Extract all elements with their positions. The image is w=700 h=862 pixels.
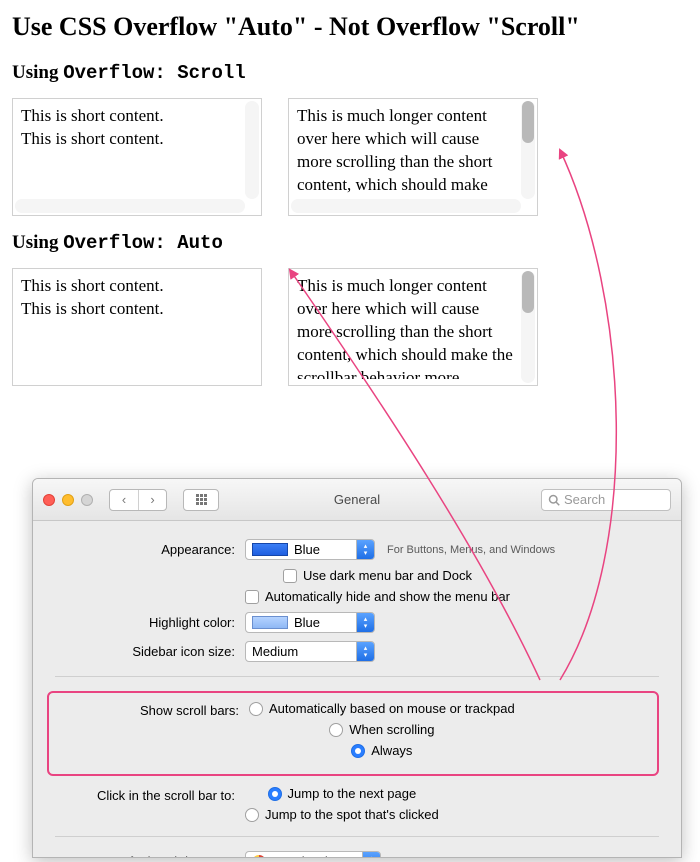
radio-label: Automatically based on mouse or trackpad [269,701,515,716]
overflow-auto-long-box[interactable]: This is much longer content over here wh… [288,268,538,386]
box-content: This is short content. This is short con… [21,275,253,379]
text-line: This is short content. [21,128,241,151]
overflow-scroll-short-box[interactable]: This is short content. This is short con… [12,98,262,216]
heading-prefix: Using [12,232,63,253]
heading-prefix: Using [12,62,63,83]
scrollbar-horizontal-track[interactable] [15,199,245,213]
default-browser-label: Default web browser: [55,854,245,858]
text-line: This is short content. [21,298,253,321]
jump-spot-radio[interactable]: Jump to the spot that's clicked [245,807,439,822]
radio-icon [249,702,263,716]
radio-icon [268,787,282,801]
box-content: This is much longer content over here wh… [297,275,517,379]
dark-menu-checkbox[interactable]: Use dark menu bar and Dock [283,568,472,583]
highlight-select[interactable]: Blue [245,612,375,633]
default-browser-select[interactable]: Google Chrome [245,851,381,858]
section-heading-scroll: Using Overflow: Scroll [12,62,688,84]
checkbox-icon [283,569,297,583]
select-value: Medium [252,644,298,659]
stepper-icon [362,852,380,858]
macos-preferences-window: ‹ › General Search Appearance: Blue For … [32,478,682,858]
highlight-row: Highlight color: Blue [55,612,659,633]
sidebar-size-label: Sidebar icon size: [55,644,245,659]
window-titlebar[interactable]: ‹ › General Search [33,479,681,521]
demo-row-auto: This is short content. This is short con… [12,268,688,386]
stepper-icon [356,613,374,632]
appearance-row: Appearance: Blue For Buttons, Menus, and… [55,539,659,560]
chrome-icon [252,855,266,859]
radio-label: Always [371,743,412,758]
scrollbars-highlight-box: Show scroll bars: Automatically based on… [47,691,659,776]
divider [55,676,659,677]
radio-label: Jump to the spot that's clicked [265,807,439,822]
text-line: This is short content. [21,105,241,128]
grid-icon [184,490,218,510]
select-value: Google Chrome [270,854,362,858]
close-icon[interactable] [43,494,55,506]
back-button[interactable]: ‹ [110,490,138,510]
scrollbar-vertical-thumb[interactable] [522,271,534,313]
scrollbars-label: Show scroll bars: [59,701,249,718]
search-input[interactable]: Search [541,489,671,511]
search-icon [548,494,560,506]
appearance-select[interactable]: Blue [245,539,375,560]
page-title: Use CSS Overflow "Auto" - Not Overflow "… [12,12,688,42]
select-value: Blue [294,615,320,630]
box-content: This is much longer content over here wh… [297,105,517,197]
scrollbars-always-radio[interactable]: Always [351,743,412,758]
click-scrollbar-row: Click in the scroll bar to: Jump to the … [55,786,659,822]
checkbox-icon [245,590,259,604]
scrollbar-vertical-track[interactable] [245,101,259,199]
select-value: Blue [294,542,320,557]
search-placeholder: Search [564,492,605,507]
appearance-label: Appearance: [55,542,245,557]
nav-back-forward: ‹ › [109,489,167,511]
color-swatch-icon [252,543,288,556]
minimize-icon[interactable] [62,494,74,506]
sidebar-size-row: Sidebar icon size: Medium [55,641,659,662]
scrollbar-vertical-thumb[interactable] [522,101,534,143]
forward-button[interactable]: › [138,490,166,510]
radio-icon [329,723,343,737]
overflow-scroll-long-box[interactable]: This is much longer content over here wh… [288,98,538,216]
heading-code: Overflow: Auto [63,232,223,254]
box-content: This is short content. This is short con… [21,105,241,197]
auto-hide-menubar-checkbox[interactable]: Automatically hide and show the menu bar [245,589,510,604]
overflow-auto-short-box[interactable]: This is short content. This is short con… [12,268,262,386]
scrollbars-row: Show scroll bars: Automatically based on… [59,701,647,758]
stepper-icon [356,642,374,661]
maximize-icon[interactable] [81,494,93,506]
preferences-body: Appearance: Blue For Buttons, Menus, and… [33,521,681,858]
click-scrollbar-label: Click in the scroll bar to: [55,786,245,803]
heading-code: Overflow: Scroll [63,62,245,84]
traffic-lights [43,494,93,506]
demo-row-scroll: This is short content. This is short con… [12,98,688,216]
scrollbars-auto-radio[interactable]: Automatically based on mouse or trackpad [249,701,515,716]
scrollbars-when-scrolling-radio[interactable]: When scrolling [329,722,434,737]
dark-menu-row: Use dark menu bar and Dock Automatically… [55,568,659,604]
radio-label: Jump to the next page [288,786,417,801]
sidebar-size-select[interactable]: Medium [245,641,375,662]
jump-next-page-radio[interactable]: Jump to the next page [268,786,417,801]
radio-label: When scrolling [349,722,434,737]
color-swatch-icon [252,616,288,629]
radio-icon [245,808,259,822]
checkbox-label: Automatically hide and show the menu bar [265,589,510,604]
show-all-button[interactable] [183,489,219,511]
highlight-label: Highlight color: [55,615,245,630]
stepper-icon [356,540,374,559]
radio-icon [351,744,365,758]
default-browser-row: Default web browser: Google Chrome [55,851,659,858]
section-heading-auto: Using Overflow: Auto [12,232,688,254]
divider [55,836,659,837]
appearance-hint: For Buttons, Menus, and Windows [387,544,555,556]
scrollbar-horizontal-track[interactable] [291,199,521,213]
checkbox-label: Use dark menu bar and Dock [303,568,472,583]
text-line: This is short content. [21,275,253,298]
